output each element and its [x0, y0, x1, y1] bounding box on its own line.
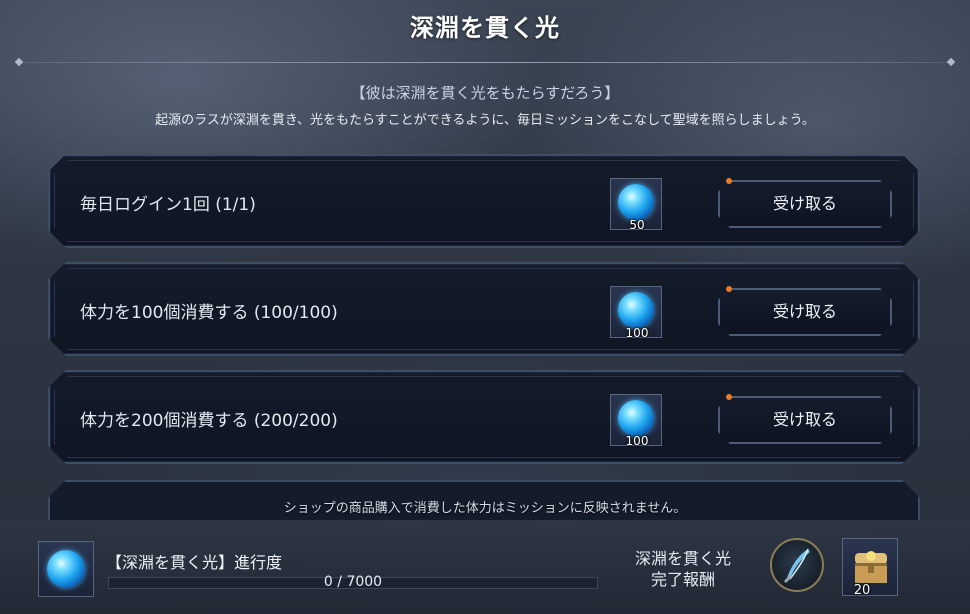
- page-title: 深淵を貫く光: [410, 14, 560, 42]
- feather-emblem-graphic: [784, 548, 810, 583]
- progress-title: 【深淵を貫く光】進行度: [106, 553, 283, 572]
- blue-orb-icon: [47, 550, 85, 588]
- reward-count: 50: [629, 218, 645, 232]
- reward-slot[interactable]: 100: [610, 394, 662, 446]
- blue-orb-icon: [618, 292, 654, 328]
- divider-right-ornament: [946, 57, 956, 67]
- blue-orb-icon: [618, 400, 654, 436]
- mission-row: 毎日ログイン1回 (1/1) 50 受け取る: [48, 154, 920, 248]
- final-reward-label-line2: 完了報酬: [650, 570, 715, 589]
- reward-count: 100: [625, 326, 649, 340]
- mission-label: 体力を200個消費する (200/200): [80, 411, 338, 431]
- chest-count: 20: [853, 583, 871, 598]
- treasure-chest-slot[interactable]: 20: [842, 538, 898, 598]
- progress-text: 0 / 7000: [323, 574, 383, 590]
- title-divider: [14, 57, 956, 67]
- final-reward-label: 深淵を貫く光 完了報酬: [620, 548, 746, 590]
- reward-slot[interactable]: 100: [610, 286, 662, 338]
- event-description: 起源のラスが深淵を貫き、光をもたらすことができるように、毎日ミッションをこなして…: [155, 113, 815, 128]
- mission-row: 体力を100個消費する (100/100) 100 受け取る: [48, 262, 920, 356]
- mission-row: 体力を200個消費する (200/200) 100 受け取る: [48, 370, 920, 464]
- notification-dot-icon: [726, 394, 732, 400]
- progress-item-slot[interactable]: [38, 541, 94, 597]
- mission-label: 毎日ログイン1回 (1/1): [80, 195, 256, 215]
- notification-dot-icon: [726, 178, 732, 184]
- claim-button[interactable]: 受け取る: [718, 288, 892, 336]
- mission-notice: ショップの商品購入で消費した体力はミッションに反映されません。: [283, 501, 687, 516]
- feather-emblem-icon[interactable]: [770, 538, 824, 592]
- claim-button[interactable]: 受け取る: [718, 396, 892, 444]
- blue-orb-icon: [618, 184, 654, 220]
- reward-count: 100: [625, 434, 649, 448]
- reward-slot[interactable]: 50: [610, 178, 662, 230]
- divider-left-ornament: [14, 57, 24, 67]
- notification-dot-icon: [726, 286, 732, 292]
- mission-label: 体力を100個消費する (100/100): [80, 303, 338, 323]
- event-subtitle: 【彼は深淵を貫く光をもたらすだろう】: [350, 84, 620, 102]
- final-reward-label-line1: 深淵を貫く光: [634, 549, 731, 568]
- claim-button[interactable]: 受け取る: [718, 180, 892, 228]
